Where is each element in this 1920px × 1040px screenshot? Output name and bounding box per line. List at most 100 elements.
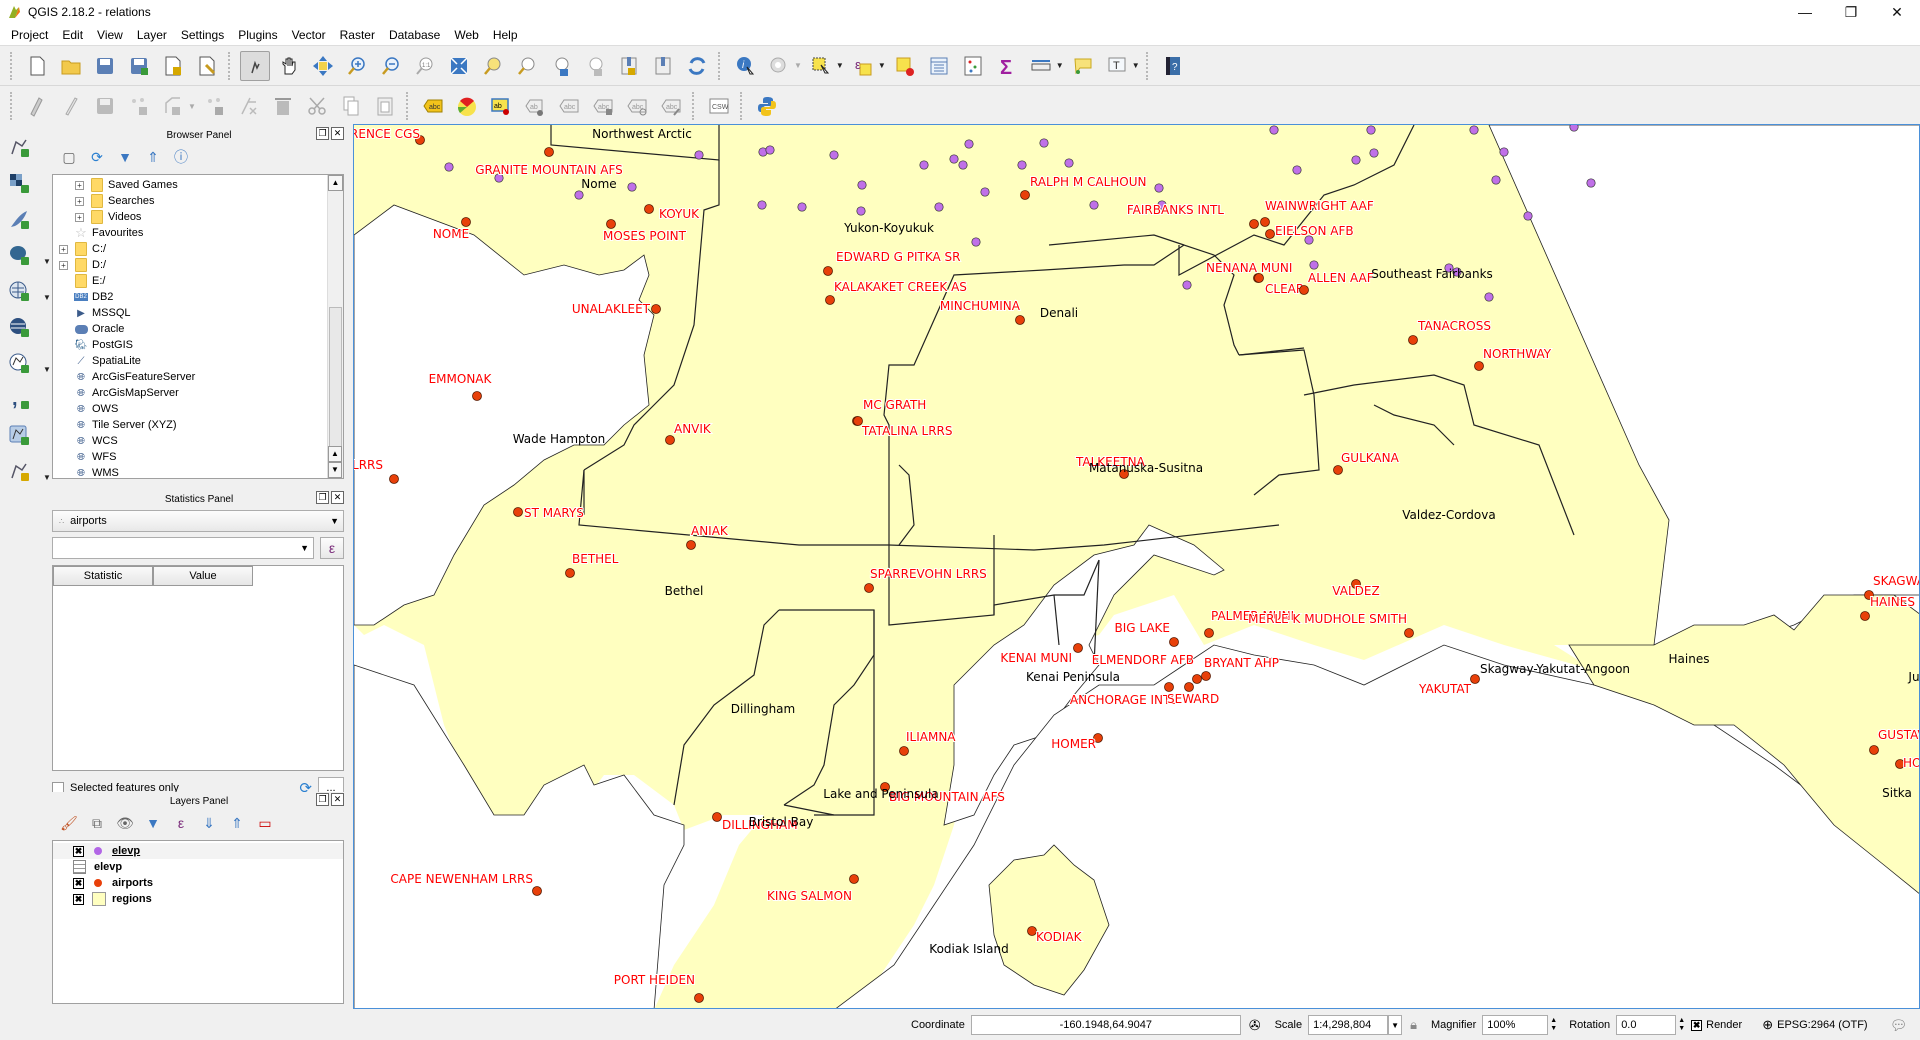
menu-database[interactable]: Database bbox=[382, 28, 447, 42]
airport-point[interactable] bbox=[1869, 745, 1879, 755]
add-vector-layer-button[interactable] bbox=[4, 132, 34, 162]
new-print-composer-button[interactable] bbox=[158, 51, 188, 81]
new-project-button[interactable] bbox=[22, 51, 52, 81]
airport-point[interactable] bbox=[823, 266, 833, 276]
airport-point[interactable] bbox=[849, 874, 859, 884]
move-feature-button[interactable] bbox=[200, 91, 230, 121]
pin-labels-button[interactable]: ab bbox=[486, 91, 516, 121]
expand-icon[interactable]: + bbox=[59, 244, 68, 254]
airport-point[interactable] bbox=[651, 304, 661, 314]
elevation-point[interactable] bbox=[1523, 211, 1533, 221]
layer-item[interactable]: elevp bbox=[53, 859, 343, 875]
toolbar-grip[interactable] bbox=[691, 92, 698, 120]
measure-button[interactable] bbox=[1026, 51, 1056, 81]
map-svg[interactable]: RENCE CGS GRANITE MOUNTAIN AFS KOYUK MOSES … bbox=[354, 125, 1920, 1009]
add-virtual-layer-button[interactable] bbox=[4, 420, 34, 450]
elevation-point[interactable] bbox=[1484, 292, 1494, 302]
browser-item[interactable]: 🌐︎ WFS bbox=[53, 449, 343, 465]
browser-item[interactable]: 🌐︎ WMS bbox=[53, 465, 343, 478]
paste-features-button[interactable] bbox=[370, 91, 400, 121]
node-tool-button[interactable] bbox=[158, 91, 188, 121]
airport-point[interactable] bbox=[513, 507, 523, 517]
browser-item[interactable]: 🌐︎ WCS bbox=[53, 433, 343, 449]
expand-icon[interactable]: + bbox=[75, 180, 84, 190]
airport-point[interactable] bbox=[532, 886, 542, 896]
elevation-point[interactable] bbox=[1499, 147, 1509, 157]
save-project-button[interactable] bbox=[90, 51, 120, 81]
dropdown-arrow-icon[interactable]: ▼ bbox=[878, 61, 886, 70]
remove-layer-icon[interactable]: ▭ bbox=[256, 814, 274, 832]
float-panel-button[interactable]: ❐ bbox=[316, 127, 329, 140]
dropdown-arrow-icon[interactable]: ▼ bbox=[188, 102, 196, 111]
layer-visibility-checkbox[interactable]: ✖ bbox=[73, 877, 84, 889]
elevation-point[interactable] bbox=[1064, 158, 1074, 168]
help-button[interactable]: ? bbox=[1158, 51, 1188, 81]
airport-point[interactable] bbox=[1164, 682, 1174, 692]
airport-point[interactable] bbox=[1860, 611, 1870, 621]
airport-point[interactable] bbox=[899, 746, 909, 756]
toolbar-grip[interactable] bbox=[739, 92, 746, 120]
add-spatialite-layer-button[interactable] bbox=[4, 204, 34, 234]
pan-to-selection-button[interactable] bbox=[308, 51, 338, 81]
expand-icon[interactable]: + bbox=[75, 212, 84, 222]
browser-scrollbar[interactable]: ▲ ▲ ▼ bbox=[327, 175, 343, 478]
add-delimited-text-button[interactable]: , bbox=[4, 384, 34, 414]
menu-project[interactable]: Project bbox=[4, 28, 55, 42]
browser-item[interactable]: ☆ Favourites bbox=[53, 225, 343, 241]
elevation-point[interactable] bbox=[627, 182, 637, 192]
expand-icon[interactable]: + bbox=[59, 260, 68, 270]
close-panel-button[interactable]: ✕ bbox=[331, 793, 344, 806]
browser-item[interactable]: + Saved Games bbox=[53, 177, 343, 193]
elevation-point[interactable] bbox=[765, 145, 775, 155]
refresh-button[interactable] bbox=[682, 51, 712, 81]
delete-selected-button[interactable] bbox=[268, 91, 298, 121]
toolbar-grip[interactable] bbox=[10, 92, 16, 120]
elevation-point[interactable] bbox=[1292, 165, 1302, 175]
elevation-point[interactable] bbox=[694, 150, 704, 160]
elevation-point[interactable] bbox=[829, 150, 839, 160]
menu-web[interactable]: Web bbox=[447, 28, 485, 42]
expand-all-icon[interactable]: ⇓ bbox=[200, 814, 218, 832]
refresh-icon[interactable]: ⟳ bbox=[88, 148, 106, 166]
browser-item[interactable]: + D:/ bbox=[53, 257, 343, 273]
elevation-point[interactable] bbox=[1039, 138, 1049, 148]
save-as-button[interactable] bbox=[124, 51, 154, 81]
zoom-last-button[interactable] bbox=[546, 51, 576, 81]
browser-item[interactable]: 🌐︎ ArcGisFeatureServer bbox=[53, 369, 343, 385]
elevation-point[interactable] bbox=[1586, 178, 1596, 188]
toolbar-grip[interactable] bbox=[228, 51, 234, 80]
rotation-field[interactable]: 0.0 bbox=[1616, 1015, 1677, 1035]
restore-button[interactable]: ❐ bbox=[1828, 0, 1874, 24]
airport-point[interactable] bbox=[606, 219, 616, 229]
airport-point[interactable] bbox=[1201, 671, 1211, 681]
toolbar-grip[interactable] bbox=[1145, 51, 1152, 80]
dropdown-arrow-icon[interactable]: ▼ bbox=[836, 61, 844, 70]
layer-visibility-checkbox[interactable]: ✖ bbox=[73, 893, 84, 905]
add-wcs-layer-button[interactable] bbox=[4, 312, 34, 342]
airport-point[interactable] bbox=[1020, 190, 1030, 200]
elevation-point[interactable] bbox=[971, 237, 981, 247]
browser-item[interactable]: 🌐︎ Tile Server (XYZ) bbox=[53, 417, 343, 433]
menu-layer[interactable]: Layer bbox=[130, 28, 174, 42]
elevation-point[interactable] bbox=[1569, 125, 1579, 132]
browser-item[interactable]: Oracle bbox=[53, 321, 343, 337]
browser-item[interactable]: E:/ bbox=[53, 273, 343, 289]
highlight-labels-button[interactable]: abc bbox=[554, 91, 584, 121]
column-header-value[interactable]: Value bbox=[153, 566, 253, 586]
new-shapefile-button[interactable]: ▼ bbox=[4, 456, 51, 486]
airport-point[interactable] bbox=[864, 583, 874, 593]
browser-item[interactable]: + Videos bbox=[53, 209, 343, 225]
browser-item[interactable]: ⟋ SpatiaLite bbox=[53, 353, 343, 369]
airport-point[interactable] bbox=[1474, 361, 1484, 371]
menu-view[interactable]: View bbox=[90, 28, 130, 42]
lock-scale-icon[interactable]: 🔒︎ bbox=[1410, 1017, 1417, 1033]
field-combo[interactable]: ▼ bbox=[52, 537, 314, 559]
elevation-point[interactable] bbox=[958, 160, 968, 170]
airport-point[interactable] bbox=[1333, 465, 1343, 475]
rotation-spinner[interactable]: ▲ ▼ bbox=[1678, 1017, 1685, 1033]
crs-globe-icon[interactable]: ⊕ bbox=[1762, 1017, 1773, 1033]
airport-point[interactable] bbox=[1404, 628, 1414, 638]
expression-button[interactable]: ε bbox=[320, 537, 344, 559]
minimize-button[interactable]: — bbox=[1782, 0, 1828, 24]
menu-raster[interactable]: Raster bbox=[333, 28, 382, 42]
